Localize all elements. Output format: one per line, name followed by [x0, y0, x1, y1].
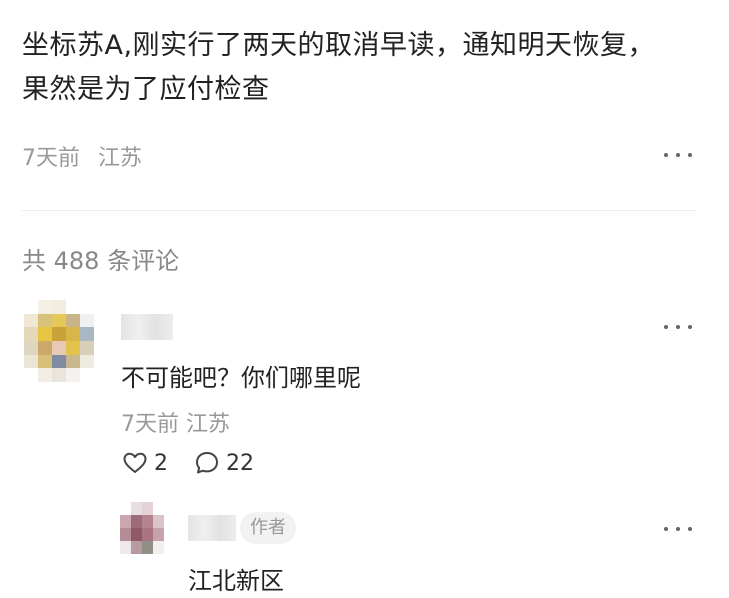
comment-time: 7天前	[121, 412, 179, 437]
comment-text: 不可能吧？你们哪里呢	[121, 364, 361, 392]
comment-actions: 2 22	[122, 450, 254, 476]
post-location: 江苏	[98, 146, 143, 171]
post-time: 7天前	[22, 146, 80, 171]
comment-location: 江苏	[186, 412, 231, 437]
comment-bubble-icon	[196, 452, 218, 474]
avatar[interactable]	[24, 300, 94, 382]
divider	[22, 210, 696, 211]
username-blurred[interactable]	[188, 515, 236, 541]
more-dots-icon	[664, 325, 668, 329]
comment-count: 共 488 条评论	[22, 247, 180, 275]
like-button[interactable]: 2	[122, 451, 168, 476]
avatar[interactable]	[120, 502, 164, 554]
more-dots-icon	[664, 153, 668, 157]
post-text: 坐标苏A,刚实行了两天的取消早读，通知明天恢复，果然是为了应付检查	[22, 30, 656, 105]
heart-outline-icon	[123, 452, 147, 473]
post-more-button[interactable]	[664, 150, 692, 160]
reply-button[interactable]: 22	[194, 450, 254, 476]
reply-more-button[interactable]	[664, 524, 692, 534]
reply-count: 22	[226, 450, 254, 476]
more-dots-icon	[664, 527, 668, 531]
like-count: 2	[154, 450, 168, 476]
author-badge: 作者	[240, 512, 296, 544]
reply-text: 江北新区	[188, 567, 284, 595]
comment-more-button[interactable]	[664, 322, 692, 332]
username-blurred[interactable]	[121, 314, 173, 340]
